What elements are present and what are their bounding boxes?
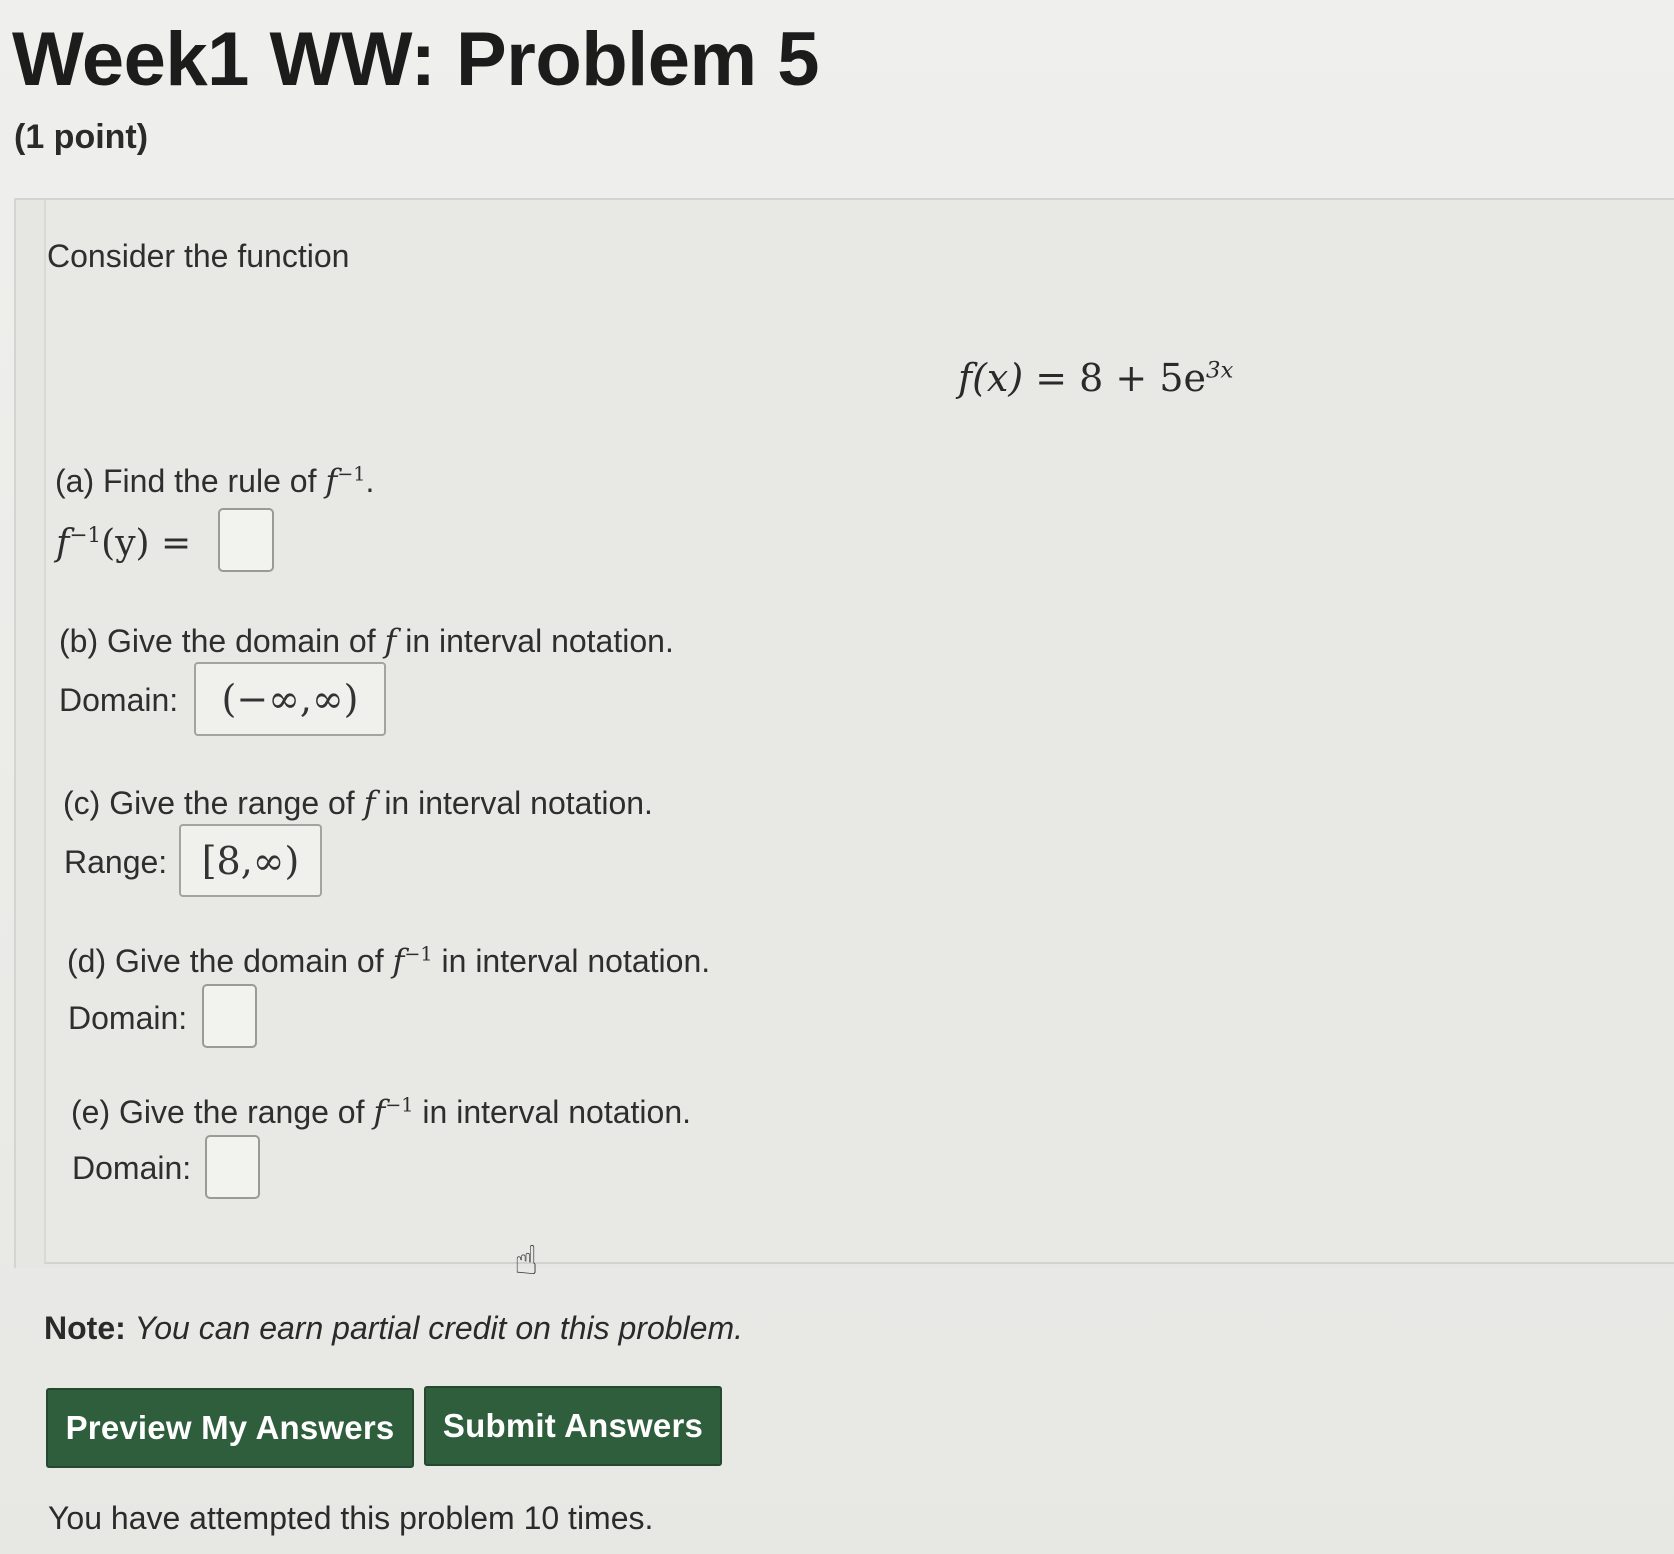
f-symbol: f [392, 942, 405, 980]
answer-input-d[interactable] [202, 984, 257, 1048]
part-d-label: Domain: [68, 1000, 188, 1036]
preview-answers-button[interactable]: Preview My Answers [46, 1388, 414, 1468]
formula-lhs: f(x) [958, 356, 1024, 400]
function-formula: f(x) = 8 + 5e3x [958, 356, 1233, 401]
answer-input-e[interactable] [205, 1135, 260, 1199]
part-e-label: Domain: [72, 1150, 192, 1186]
formula-rhs: = 8 + 5e [1023, 356, 1206, 400]
problem-points: (1 point) [14, 118, 149, 156]
f-symbol: f [363, 784, 376, 822]
answer-input-a[interactable] [218, 508, 274, 572]
hand-pointer-icon: ☝ [514, 1239, 539, 1283]
part-b-prompt: (b) Give the domain of f in interval not… [59, 622, 674, 660]
webwork-problem-page: Week1 WW: Problem 5 (1 point) Consider t… [0, 0, 1674, 1554]
answer-input-b[interactable]: (−∞,∞) [194, 662, 386, 736]
attempts-status: You have attempted this problem 10 times… [48, 1500, 654, 1536]
part-b-label: Domain: [59, 682, 179, 718]
part-d-prompt: (d) Give the domain of f−1 in interval n… [67, 942, 711, 980]
f-symbol: f [325, 462, 338, 500]
part-a-label: f−1(y) = [56, 523, 192, 564]
problem-intro: Consider the function [47, 238, 350, 274]
answer-input-c[interactable]: [8,∞) [179, 824, 322, 897]
partial-credit-note: Note: You can earn partial credit on thi… [44, 1310, 743, 1346]
part-c-prompt: (c) Give the range of f in interval nota… [63, 784, 653, 822]
part-a-prompt: (a) Find the rule of f−1. [55, 462, 375, 500]
part-c-label: Range: [64, 844, 168, 880]
formula-exponent: 3x [1206, 357, 1234, 384]
f-symbol: f [373, 1093, 386, 1131]
submit-answers-button[interactable]: Submit Answers [424, 1386, 722, 1466]
problem-title: Week1 WW: Problem 5 [12, 17, 820, 102]
f-symbol: f [384, 622, 397, 660]
part-e-prompt: (e) Give the range of f−1 in interval no… [71, 1093, 692, 1131]
